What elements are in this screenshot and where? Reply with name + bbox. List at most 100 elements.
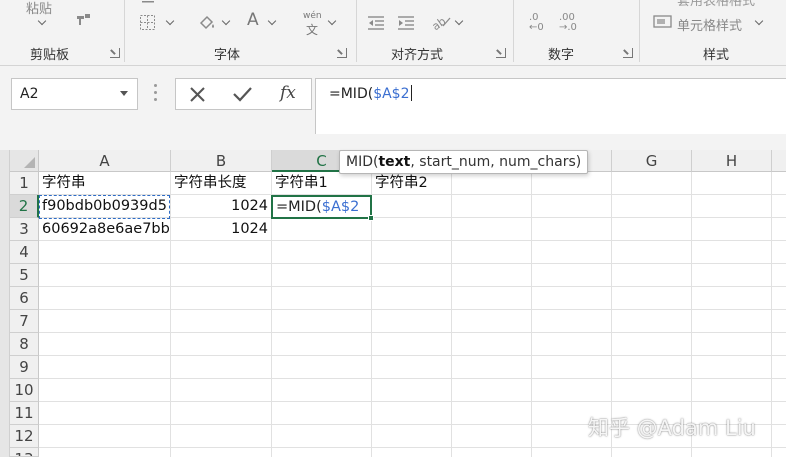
gridline [39,263,786,264]
formula-prefix: =MID( [329,86,374,102]
name-box[interactable]: A2 [11,78,138,110]
cell-c1[interactable]: 字符串1 [275,172,371,195]
increase-indent-icon[interactable] [396,14,416,35]
cell-d1[interactable]: 字符串2 [375,172,465,195]
left-edge [0,150,10,457]
font-color-icon[interactable]: A [247,10,259,30]
tooltip-active-argument[interactable]: text [378,154,410,170]
fill-handle[interactable] [368,215,374,221]
cell-c2-reference: $A$2 [321,199,360,215]
format-as-table-button[interactable]: 套用表格格式 [677,0,755,9]
number-group: .0 .00 ←0 →.0 数字 [514,0,638,65]
borders-icon[interactable] [139,14,157,35]
gridline [39,332,786,333]
gridline [771,172,772,457]
row-header-5[interactable]: 5 [10,264,39,287]
spreadsheet-grid: A B C D E F G H 1 2 3 4 5 6 7 8 9 10 11 … [0,150,786,457]
cell-styles-icon[interactable] [653,14,673,33]
tooltip-function-name[interactable]: MID( [346,154,378,170]
fill-color-icon[interactable] [197,13,217,36]
text-cursor [410,85,412,101]
styles-group-label: 样式 [703,48,730,63]
phonetic-guide-char: 文 [306,23,319,37]
font-group: A wén 文 字体 [125,0,355,65]
font-color-dropdown-icon[interactable] [267,16,277,26]
row-header-10[interactable]: 10 [10,379,39,402]
column-header-b[interactable]: B [171,150,272,172]
underline-icon[interactable] [140,0,156,12]
row-header-11[interactable]: 11 [10,402,39,425]
select-all-button[interactable] [10,150,39,172]
decimal-arrow-right: →.0 [559,22,577,33]
formula-bar-grip-icon[interactable] [154,84,157,104]
cell-a3[interactable]: 60692a8e6ae7bb [42,218,169,241]
font-group-label: 字体 [214,48,241,63]
gridline [39,286,786,287]
gridline [170,172,171,457]
row-header-7[interactable]: 7 [10,310,39,333]
cell-c2-editor[interactable]: =MID($A$2 [271,195,372,219]
format-painter-icon[interactable] [74,10,92,31]
clipboard-launcher-icon[interactable] [110,48,120,58]
paste-button[interactable]: 粘贴 [26,0,52,17]
alignment-group: ab 对齐方式 [357,0,512,65]
tooltip-remaining-arguments: , start_num, num_chars) [410,154,582,170]
paste-dropdown-icon[interactable] [37,16,47,26]
row-header-3[interactable]: 3 [10,218,39,241]
fill-color-dropdown-icon[interactable] [221,16,231,26]
formula-reference: $A$2 [373,86,410,102]
gridline [39,401,786,402]
formula-text: =MID($A$2 [329,85,412,102]
cell-b3[interactable]: 1024 [172,218,268,241]
gridline [39,447,786,448]
watermark: 知乎 @Adam Liu [588,416,756,440]
column-header-a[interactable]: A [39,150,171,172]
formula-input[interactable]: =MID($A$2 [315,78,786,134]
cancel-button[interactable] [176,79,220,109]
row-header-4[interactable]: 4 [10,241,39,264]
number-launcher-icon[interactable] [623,48,633,58]
gridline [531,172,532,457]
close-icon [190,87,205,102]
alignment-group-label: 对齐方式 [391,48,444,63]
name-box-dropdown-icon[interactable] [120,91,128,96]
row-header-2[interactable]: 2 [10,195,39,218]
column-header-h[interactable]: H [692,150,772,172]
formula-bar-buttons: fx [175,78,312,110]
orientation-dropdown-icon[interactable] [454,16,464,26]
styles-group: 套用表格格式 单元格样式 样式 [640,0,786,65]
row-header-8[interactable]: 8 [10,333,39,356]
orientation-icon[interactable]: ab [430,12,452,35]
row-header-6[interactable]: 6 [10,287,39,310]
phonetic-guide-icon[interactable]: wén [303,11,322,21]
phonetic-dropdown-icon[interactable] [327,16,337,26]
check-icon [233,87,252,102]
paste-label: 粘贴 [26,2,53,17]
borders-dropdown-icon[interactable] [165,16,175,26]
gridline [39,378,786,379]
function-tooltip[interactable]: MID(text, start_num, num_chars) [339,150,589,174]
cell-b1[interactable]: 字符串长度 [174,172,274,195]
cell-a1[interactable]: 字符串 [42,172,169,195]
column-header-i[interactable] [772,150,786,172]
insert-function-button[interactable]: fx [266,79,310,109]
alignment-launcher-icon[interactable] [496,48,506,58]
row-header-12[interactable]: 12 [10,425,39,448]
cell-b2[interactable]: 1024 [172,195,268,218]
column-header-g[interactable]: G [612,150,692,172]
decimal-arrow-left: ←0 [529,22,544,33]
row-header-1[interactable]: 1 [10,172,39,195]
cell-styles-dropdown-icon[interactable] [754,16,764,26]
decrease-indent-icon[interactable] [366,14,386,35]
number-group-label: 数字 [548,48,575,63]
cell-styles-button[interactable]: 单元格样式 [677,15,742,34]
select-all-icon [24,157,35,168]
ribbon: 粘贴 剪贴板 A wén 文 字体 ab 对齐方式 .0 .00 ←0 →.0 … [0,0,786,66]
enter-button[interactable] [220,79,264,109]
gridline [451,172,452,457]
cell-c2-formula: =MID($A$2 [276,199,360,215]
row-header-13[interactable]: 13 [10,448,39,457]
gridline [39,309,786,310]
row-header-9[interactable]: 9 [10,356,39,379]
font-launcher-icon[interactable] [337,48,347,58]
